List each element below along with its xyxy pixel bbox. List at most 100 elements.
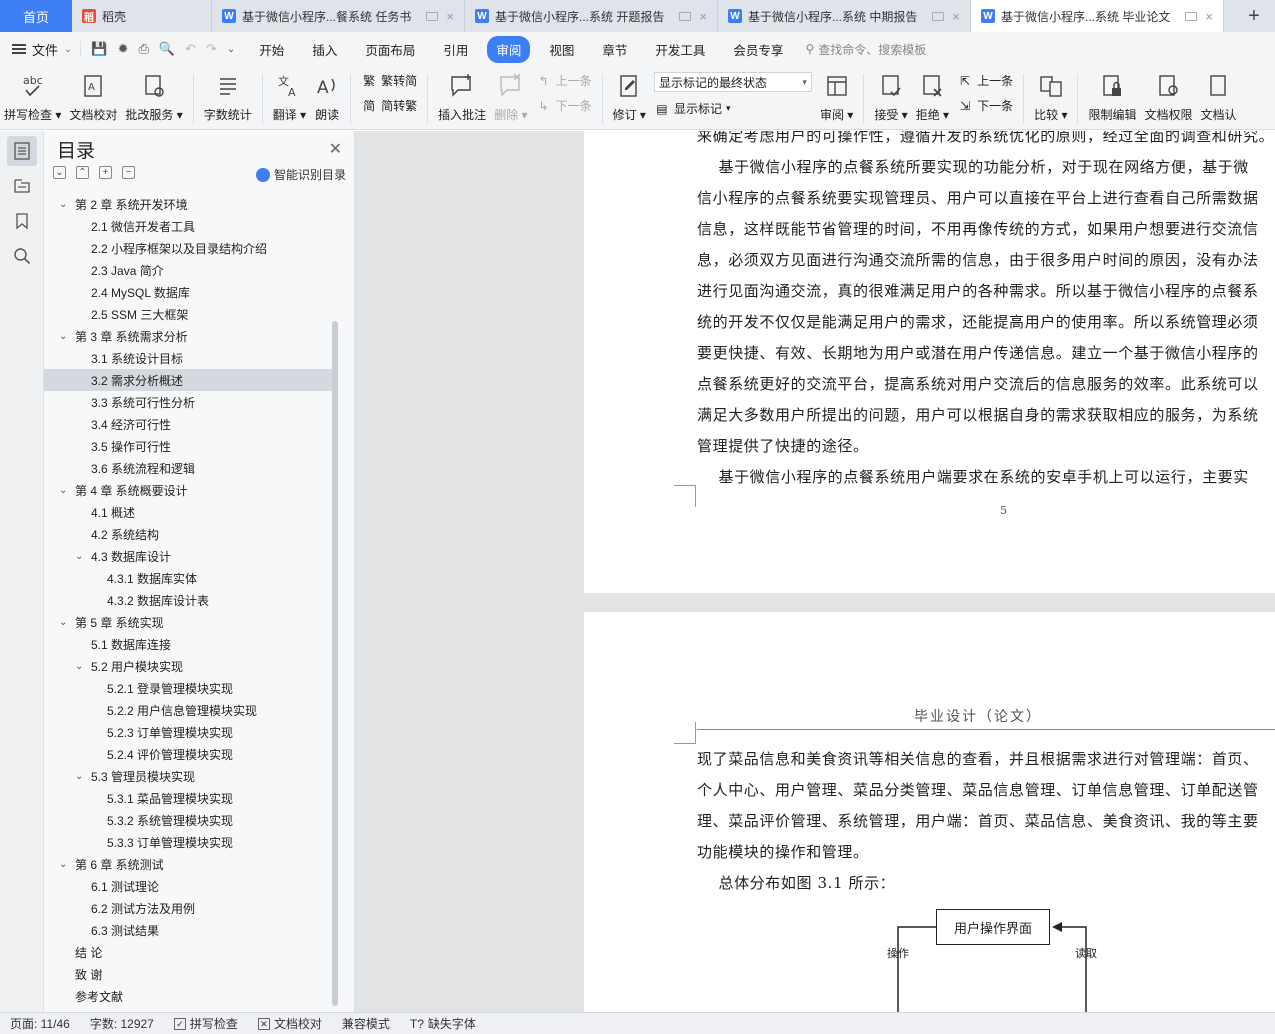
toc-item[interactable]: 5.3.1 菜品管理模块实现 (44, 787, 334, 809)
menu-page-layout[interactable]: 页面布局 (356, 36, 424, 63)
menu-insert[interactable]: 插入 (303, 36, 346, 63)
toc-item[interactable]: 3.3 系统可行性分析 (44, 391, 334, 413)
toc-item[interactable]: 5.2.4 评价管理模块实现 (44, 743, 334, 765)
save-icon[interactable]: 💾 (91, 41, 107, 57)
prev-comment-button[interactable]: ↰ 上一条 (536, 72, 592, 89)
monitor-icon[interactable] (426, 11, 439, 21)
tab-proposal[interactable]: W 基于微信小程序...系统 开题报告 × (465, 0, 718, 32)
tab-task-book[interactable]: W 基于微信小程序...餐系统 任务书 × (212, 0, 465, 32)
menu-review[interactable]: 审阅 (487, 35, 531, 63)
toc-item[interactable]: 5.2.2 用户信息管理模块实现 (44, 699, 334, 721)
toc-item[interactable]: 2.2 小程序框架以及目录结构介绍 (44, 237, 334, 259)
toc-item[interactable]: 6.1 测试理论 (44, 875, 334, 897)
tab-thesis[interactable]: W 基于微信小程序...系统 毕业论文 × (971, 0, 1224, 32)
translate-button[interactable]: 文A 翻译 ▾ (273, 66, 306, 123)
review-pane-button[interactable]: 审阅 ▾ (820, 66, 853, 123)
toc-item[interactable]: 3.6 系统流程和逻辑 (44, 457, 334, 479)
toc-item[interactable]: 参考文献 (44, 985, 334, 1007)
smart-toc-button[interactable]: 智能识别目录 (255, 166, 346, 183)
search-nav-button[interactable] (7, 241, 37, 271)
document-page[interactable]: 来确定考虑用户的可操作性，遵循开发的系统优化的原则，经过全面的调查和研究。 基于… (584, 131, 1275, 593)
to-simplified-button[interactable]: 繁繁转简 (361, 72, 417, 89)
command-search[interactable]: ⚲ 查找命令、搜索模板 (805, 41, 926, 58)
tab-daoke[interactable]: 稻 稻壳 (72, 0, 212, 32)
toc-item[interactable]: 5.3.3 订单管理模块实现 (44, 831, 334, 853)
monitor-icon[interactable] (1185, 11, 1198, 21)
toc-item[interactable]: 4.1 概述 (44, 501, 334, 523)
track-changes-button[interactable]: 修订 ▾ (613, 66, 646, 123)
close-icon[interactable]: × (952, 9, 960, 24)
toc-item[interactable]: 3.2 需求分析概述 (44, 369, 334, 391)
print-icon[interactable]: ⎙ (139, 41, 149, 57)
markup-state-select[interactable]: 显示标记的最终状态 ▾ (653, 72, 812, 92)
menu-view[interactable]: 视图 (540, 36, 583, 63)
tab-home[interactable]: 首页 (0, 0, 72, 32)
new-tab-button[interactable]: + (1234, 0, 1274, 32)
toc-item[interactable]: 2.3 Java 简介 (44, 259, 334, 281)
add-heading-icon[interactable]: + (99, 166, 112, 179)
delete-comment-button[interactable]: 删除 ▾ (494, 66, 528, 123)
proofread-button[interactable]: A 文档校对 (69, 66, 117, 123)
chevron-down-icon[interactable]: ⌄ (59, 331, 67, 342)
toc-item[interactable]: 6.2 测试方法及用例 (44, 897, 334, 919)
undo-icon[interactable]: ↶ (185, 41, 196, 57)
expand-all-icon[interactable]: ⌄ (53, 166, 66, 179)
status-proofread[interactable]: ✕ 文档校对 (248, 1015, 332, 1032)
customize-dropdown-icon[interactable]: ⌄ (227, 44, 235, 55)
accept-button[interactable]: 接受 ▾ (874, 66, 908, 123)
chevron-down-icon[interactable]: ⌄ (75, 771, 83, 782)
toc-item[interactable]: 6.3 测试结果 (44, 919, 334, 941)
compare-button[interactable]: 比较 ▾ (1034, 66, 1067, 123)
close-icon[interactable]: ✕ (329, 139, 342, 159)
toc-item[interactable]: 3.5 操作可行性 (44, 435, 334, 457)
toc-item[interactable]: 5.2.1 登录管理模块实现 (44, 677, 334, 699)
toc-item[interactable]: 5.2.3 订单管理模块实现 (44, 721, 334, 743)
insert-comment-button[interactable]: 插入批注 (438, 66, 486, 123)
toc-item[interactable]: ⌄ 第 3 章 系统需求分析 (44, 325, 334, 347)
chevron-down-icon[interactable]: ⌄ (75, 661, 83, 672)
toc-item[interactable]: 3.1 系统设计目标 (44, 347, 334, 369)
toc-item[interactable]: 5.3.2 系统管理模块实现 (44, 809, 334, 831)
menu-start[interactable]: 开始 (250, 36, 293, 63)
spellcheck-button[interactable]: abc 拼写检查 ▾ (4, 66, 61, 123)
prev-change-button[interactable]: ⇱ 上一条 (957, 72, 1013, 89)
close-icon[interactable]: × (699, 9, 707, 24)
menu-developer[interactable]: 开发工具 (646, 36, 714, 63)
word-count-button[interactable]: 字数统计 (204, 66, 252, 123)
chevron-down-icon[interactable]: ⌄ (75, 551, 83, 562)
chevron-down-icon[interactable]: ⌄ (59, 199, 67, 210)
revision-service-button[interactable]: 批改服务 ▾ (125, 66, 183, 123)
remove-heading-icon[interactable]: − (122, 166, 135, 179)
close-icon[interactable]: × (1205, 9, 1213, 24)
toc-item[interactable]: ⌄ 5.3 管理员模块实现 (44, 765, 334, 787)
toc-item[interactable]: 2.4 MySQL 数据库 (44, 281, 334, 303)
document-canvas[interactable]: 来确定考虑用户的可操作性，遵循开发的系统优化的原则，经过全面的调查和研究。 基于… (355, 131, 1275, 1012)
toc-item[interactable]: ⌄ 第 2 章 系统开发环境 (44, 193, 334, 215)
toc-item[interactable]: 4.3.1 数据库实体 (44, 567, 334, 589)
toc-item[interactable]: 2.1 微信开发者工具 (44, 215, 334, 237)
toc-item[interactable]: 致 谢 (44, 963, 334, 985)
show-markup-button[interactable]: ▤ 显示标记 ▾ (654, 100, 812, 117)
redo-icon[interactable]: ↷ (206, 41, 217, 57)
collapse-all-icon[interactable]: ⌃ (76, 166, 89, 179)
toc-nav-button[interactable] (7, 136, 37, 166)
missing-font[interactable]: T? 缺失字体 (400, 1015, 486, 1032)
doc-permission-button[interactable]: 文档权限 (1144, 66, 1193, 123)
status-spellcheck[interactable]: ✓ 拼写检查 (164, 1015, 248, 1032)
toc-item[interactable]: ⌄ 第 5 章 系统实现 (44, 611, 334, 633)
toc-item[interactable]: 2.5 SSM 三大框架 (44, 303, 334, 325)
toc-item[interactable]: 4.3.2 数据库设计表 (44, 589, 334, 611)
toc-item[interactable]: ⌄ 5.2 用户模块实现 (44, 655, 334, 677)
word-count-indicator[interactable]: 字数: 12927 (80, 1015, 164, 1032)
menu-section[interactable]: 章节 (593, 36, 636, 63)
bookmark-nav-button[interactable] (7, 206, 37, 236)
read-aloud-button[interactable]: A 朗读 (314, 66, 340, 123)
menu-references[interactable]: 引用 (434, 36, 477, 63)
next-change-button[interactable]: ⇲ 下一条 (957, 97, 1013, 114)
next-comment-button[interactable]: ↳ 下一条 (536, 97, 592, 114)
toc-item[interactable]: 3.4 经济可行性 (44, 413, 334, 435)
document-page[interactable]: 毕业设计（论文） 现了菜品信息和美食资讯等相关信息的查看，并且根据需求进行对管理… (584, 612, 1275, 1012)
menu-member[interactable]: 会员专享 (724, 36, 792, 63)
restrict-edit-button[interactable]: 限制编辑 (1088, 66, 1136, 123)
toc-item[interactable]: ⌄ 第 6 章 系统测试 (44, 853, 334, 875)
